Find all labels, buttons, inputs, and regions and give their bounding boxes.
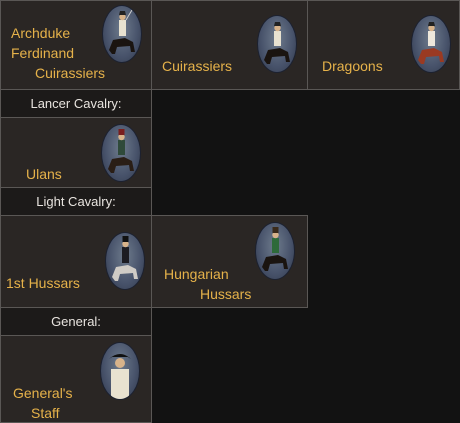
cuirassier-rider-icon [102, 5, 142, 63]
unit-name: Cuirassiers [162, 58, 233, 74]
category-header-general: General: [0, 307, 152, 336]
unit-card-archduke-ferdinand-cuirassiers[interactable]: Archduke Ferdinand Cuirassiers [0, 0, 152, 90]
unit-name: Ulans [26, 166, 62, 182]
hussar-rider-icon [255, 222, 295, 280]
unit-card-cuirassiers[interactable]: Cuirassiers [151, 0, 308, 90]
unit-card-1st-hussars[interactable]: 1st Hussars [0, 215, 152, 308]
unit-card-generals-staff[interactable]: General's Staff [0, 335, 152, 423]
unit-card-dragoons[interactable]: Dragoons [307, 0, 460, 90]
unit-card-hungarian-hussars[interactable]: Hungarian Hussars [151, 215, 308, 308]
category-header-lancer-cavalry: Lancer Cavalry: [0, 89, 152, 118]
hussar-rider-icon [105, 232, 145, 290]
unit-card-ulans[interactable]: Ulans [0, 117, 152, 188]
unit-name: Archduke Ferdinand Cuirassiers [11, 25, 106, 81]
dragoon-rider-icon [411, 15, 451, 73]
cuirassier-rider-icon [257, 15, 297, 73]
unit-name: 1st Hussars [6, 275, 80, 291]
unit-name: Dragoons [322, 58, 383, 74]
unit-name: General's Staff [13, 385, 73, 421]
general-portrait-icon [100, 342, 140, 400]
lancer-rider-icon [101, 124, 141, 182]
category-header-light-cavalry: Light Cavalry: [0, 187, 152, 216]
unit-name: Hungarian Hussars [164, 266, 252, 302]
